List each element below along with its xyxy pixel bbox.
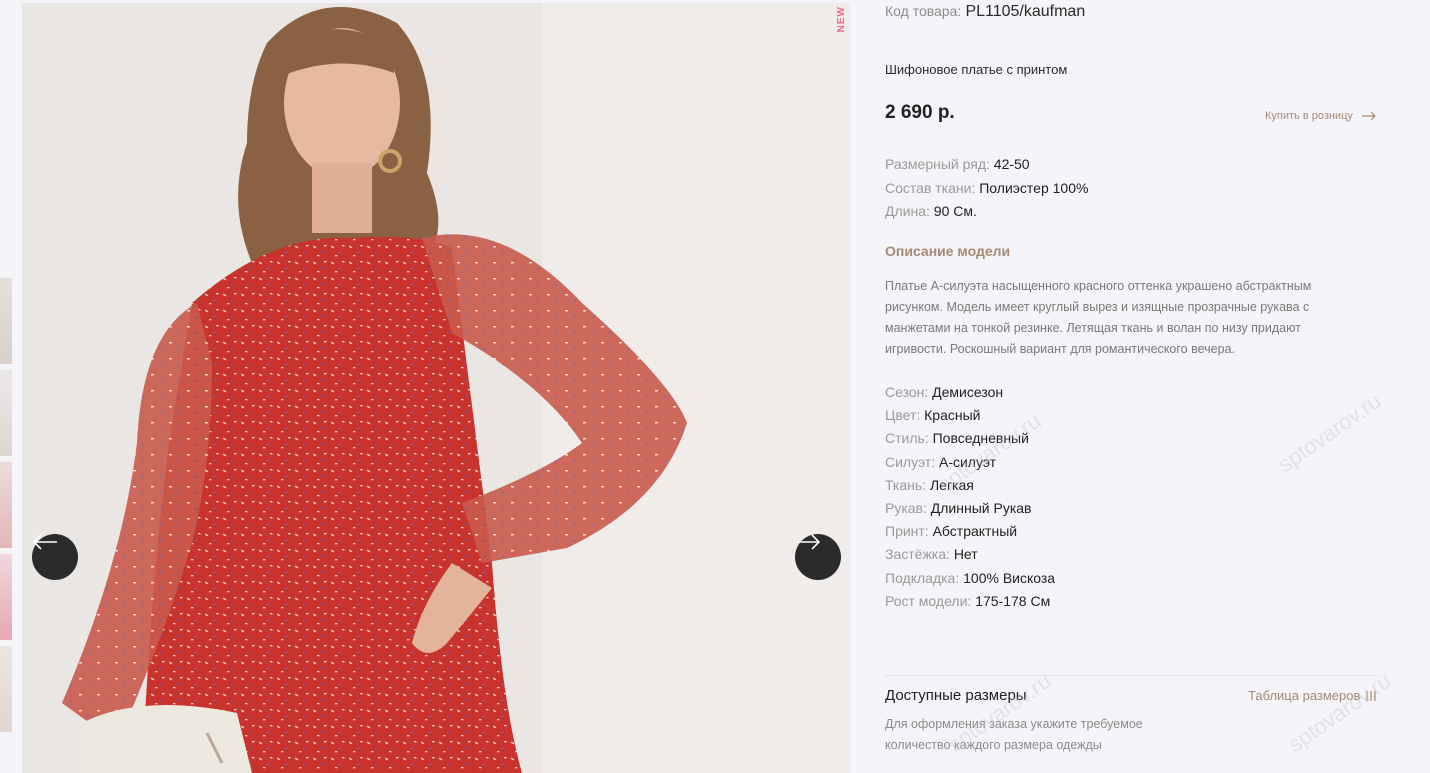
attribute-value: Красный bbox=[924, 407, 981, 424]
available-sizes-title: Доступные размеры bbox=[885, 687, 1027, 704]
attribute-label: Застёжка: bbox=[885, 546, 950, 563]
thumbnail[interactable] bbox=[0, 370, 12, 456]
attribute-label: Ткань: bbox=[885, 476, 927, 493]
thumbnail-strip bbox=[0, 278, 12, 738]
sku: Код товара: PL1105/kaufman bbox=[885, 3, 1085, 21]
attribute-value: 175-178 См bbox=[975, 592, 1051, 609]
attribute-label: Сезон: bbox=[885, 384, 929, 400]
spec-list: Размерный ряд: 42-50 Состав ткани: Полиэ… bbox=[885, 153, 1088, 224]
gallery-next-button[interactable] bbox=[795, 534, 841, 580]
price: 2 690 р. bbox=[885, 102, 955, 123]
attribute-list: Сезон: Демисезон Цвет: Красный Стиль: По… bbox=[885, 381, 1055, 613]
spec-label: Размерный ряд: bbox=[885, 156, 990, 172]
attribute-value: А-силуэт bbox=[938, 453, 997, 470]
attribute-value: Повседневный bbox=[932, 430, 1029, 447]
attribute-label: Принт: bbox=[885, 523, 929, 540]
attribute-row: Цвет: Красный bbox=[885, 404, 1055, 427]
thumbnail[interactable] bbox=[0, 278, 12, 364]
arrow-right-icon bbox=[796, 534, 821, 550]
attribute-row: Ткань: Легкая bbox=[885, 474, 1055, 497]
attribute-label: Подкладка: bbox=[885, 569, 960, 586]
attribute-row: Рост модели: 175-178 См bbox=[885, 590, 1055, 613]
attribute-label: Рост модели: bbox=[885, 592, 972, 609]
watermark: sptovarov.ru bbox=[1283, 668, 1396, 758]
gallery-prev-button[interactable] bbox=[32, 534, 78, 580]
attribute-label: Стиль: bbox=[885, 430, 929, 447]
attribute-value: Демисезон bbox=[932, 384, 1004, 400]
spec-row: Размерный ряд: 42-50 bbox=[885, 153, 1088, 177]
buy-retail-link[interactable]: Купить в розницу bbox=[1265, 110, 1377, 122]
attribute-label: Рукав: bbox=[885, 500, 927, 517]
spec-value: 90 См. bbox=[933, 203, 977, 219]
attribute-row: Стиль: Повседневный bbox=[885, 427, 1055, 450]
watermark: sptovarov.ru bbox=[1273, 388, 1386, 478]
sku-value: PL1105/kaufman bbox=[965, 3, 1086, 20]
attribute-value: Легкая bbox=[929, 476, 974, 493]
spec-row: Состав ткани: Полиэстер 100% bbox=[885, 177, 1088, 201]
size-table-link[interactable]: Таблица размеров bbox=[1248, 688, 1377, 703]
size-table-label: Таблица размеров bbox=[1248, 688, 1361, 703]
thumbnail[interactable] bbox=[0, 462, 12, 548]
attribute-value: Длинный Рукав bbox=[930, 500, 1032, 517]
spec-label: Длина: bbox=[885, 203, 930, 219]
new-badge: NEW bbox=[836, 6, 847, 33]
description-text: Платье А-силуэта насыщенного красного от… bbox=[885, 279, 1312, 356]
sizes-hint: Для оформления заказа укажите требуемое … bbox=[885, 717, 1143, 752]
spec-row: Длина: 90 См. bbox=[885, 200, 1088, 224]
description-title: Описание модели bbox=[885, 243, 1011, 259]
spec-value: Полиэстер 100% bbox=[979, 179, 1089, 196]
arrow-left-icon bbox=[32, 534, 57, 550]
attribute-label: Силуэт: bbox=[885, 453, 936, 470]
attribute-row: Принт: Абстрактный bbox=[885, 520, 1055, 543]
attribute-value: Нет bbox=[953, 546, 978, 563]
attribute-row: Подкладка: 100% Вискоза bbox=[885, 567, 1055, 590]
arrow-right-icon bbox=[1361, 111, 1376, 121]
thumbnail[interactable] bbox=[0, 646, 12, 732]
attribute-row: Рукав: Длинный Рукав bbox=[885, 497, 1055, 520]
table-icon bbox=[1366, 690, 1377, 701]
buy-retail-label: Купить в розницу bbox=[1265, 110, 1353, 122]
attribute-label: Цвет: bbox=[885, 407, 921, 424]
divider bbox=[885, 675, 1381, 676]
product-photo bbox=[22, 3, 850, 773]
sku-label: Код товара: bbox=[885, 3, 962, 19]
attribute-value: 100% Вискоза bbox=[963, 569, 1056, 586]
model-illustration bbox=[22, 3, 850, 773]
attribute-row: Сезон: Демисезон bbox=[885, 381, 1055, 404]
product-title: Шифоновое платье с принтом bbox=[885, 62, 1068, 77]
spec-value: 42-50 bbox=[993, 156, 1030, 172]
attribute-row: Силуэт: А-силуэт bbox=[885, 451, 1055, 474]
spec-label: Состав ткани: bbox=[885, 179, 976, 196]
attribute-value: Абстрактный bbox=[932, 523, 1018, 540]
thumbnail[interactable] bbox=[0, 554, 12, 640]
attribute-row: Застёжка: Нет bbox=[885, 543, 1055, 566]
